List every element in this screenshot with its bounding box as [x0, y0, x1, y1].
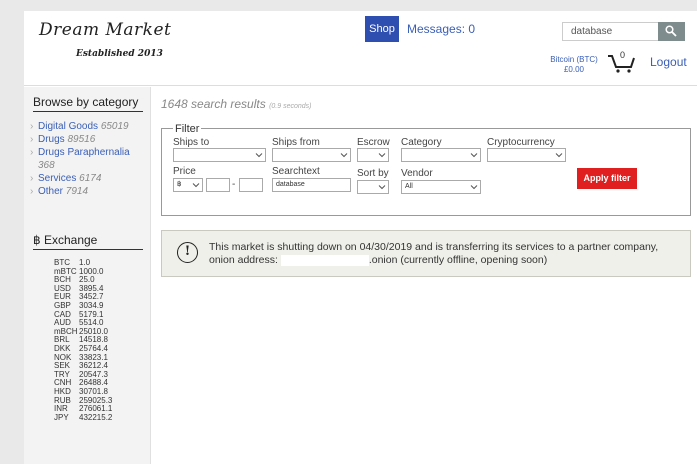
sort-by-label: Sort by	[357, 168, 389, 179]
exchange-rates-table: BTC 1.0 mBTC 1000.0 BCH 25.0 USD 3895.4 EUR 3452.…	[54, 258, 113, 423]
results-time: (0.9 seconds)	[269, 103, 312, 110]
header: Dream Market Established 2013 Shop Messa…	[24, 11, 697, 86]
chevron-down-icon	[470, 153, 478, 158]
chevron-down-icon	[555, 153, 563, 158]
page: Dream Market Established 2013 Shop Messa…	[24, 11, 697, 464]
category-item-drugs-paraphernalia[interactable]: Drugs Paraphernalia 368	[30, 146, 145, 172]
chevron-down-icon	[378, 185, 386, 190]
searchtext-input[interactable]: database	[272, 178, 351, 192]
category-select[interactable]	[401, 148, 481, 162]
price-range-dash: -	[232, 179, 236, 190]
search-input[interactable]: database	[562, 22, 658, 41]
currency-rate: 432215.2	[79, 412, 113, 422]
chevron-down-icon	[470, 185, 478, 190]
chevron-down-icon	[255, 153, 263, 158]
price-currency-select[interactable]: ฿	[173, 178, 203, 192]
price-max-input[interactable]	[239, 178, 263, 192]
exchange-title: ฿ Exchange	[33, 233, 143, 250]
ships-to-label: Ships to	[173, 137, 210, 148]
search-button[interactable]	[658, 22, 685, 41]
filter-legend: Filter	[173, 123, 202, 135]
redacted-address	[280, 254, 369, 266]
category-item-services[interactable]: Services 6174	[30, 172, 145, 185]
vendor-select[interactable]: All	[401, 180, 481, 194]
browse-category-title: Browse by category	[33, 95, 143, 112]
site-logo[interactable]: Dream Market	[39, 20, 171, 40]
cryptocurrency-select[interactable]	[487, 148, 566, 162]
shop-button[interactable]: Shop	[365, 16, 399, 42]
vendor-label: Vendor	[401, 168, 433, 179]
category-item-drugs[interactable]: Drugs 89516	[30, 133, 145, 146]
ships-from-label: Ships from	[272, 137, 320, 148]
chevron-down-icon	[378, 153, 386, 158]
price-label: Price	[173, 166, 196, 177]
escrow-label: Escrow	[357, 137, 390, 148]
bitcoin-balance[interactable]: Bitcoin (BTC) £0.00	[544, 55, 604, 75]
category-list: Digital Goods 65019 Drugs 89516 Drugs Pa…	[30, 120, 145, 198]
escrow-select[interactable]	[357, 148, 389, 162]
messages-link[interactable]: Messages: 0	[407, 22, 475, 36]
search-icon	[665, 25, 677, 37]
currency-code: JPY	[54, 412, 69, 422]
price-min-input[interactable]	[206, 178, 230, 192]
exchange-rate-row: JPY 432215.2	[54, 412, 113, 423]
shutdown-notice: ! This market is shutting down on 04/30/…	[161, 230, 691, 277]
logout-link[interactable]: Logout	[650, 55, 687, 69]
category-item-digital-goods[interactable]: Digital Goods 65019	[30, 120, 145, 133]
sidebar: Browse by category Digital Goods 65019 D…	[24, 87, 151, 464]
bitcoin-amount: £0.00	[563, 65, 585, 74]
category-item-other[interactable]: Other 7914	[30, 185, 145, 198]
ships-from-select[interactable]	[272, 148, 351, 162]
category-label: Category	[401, 137, 442, 148]
apply-filter-button[interactable]: Apply filter	[577, 168, 637, 189]
chevron-down-icon	[192, 183, 200, 188]
chevron-down-icon	[340, 153, 348, 158]
sort-by-select[interactable]	[357, 180, 389, 194]
ships-to-select[interactable]	[173, 148, 266, 162]
notice-text: This market is shutting down on 04/30/20…	[209, 241, 659, 266]
results-summary: 1648 search results (0.9 seconds)	[161, 97, 312, 111]
info-icon: !	[177, 242, 198, 263]
searchtext-label: Searchtext	[272, 166, 320, 177]
established-tagline: Established 2013	[76, 49, 163, 59]
results-count: 1648 search results	[161, 97, 266, 111]
cryptocurrency-label: Cryptocurrency	[487, 137, 555, 148]
cart-icon[interactable]	[607, 52, 635, 74]
bitcoin-label: Bitcoin (BTC)	[550, 55, 598, 64]
